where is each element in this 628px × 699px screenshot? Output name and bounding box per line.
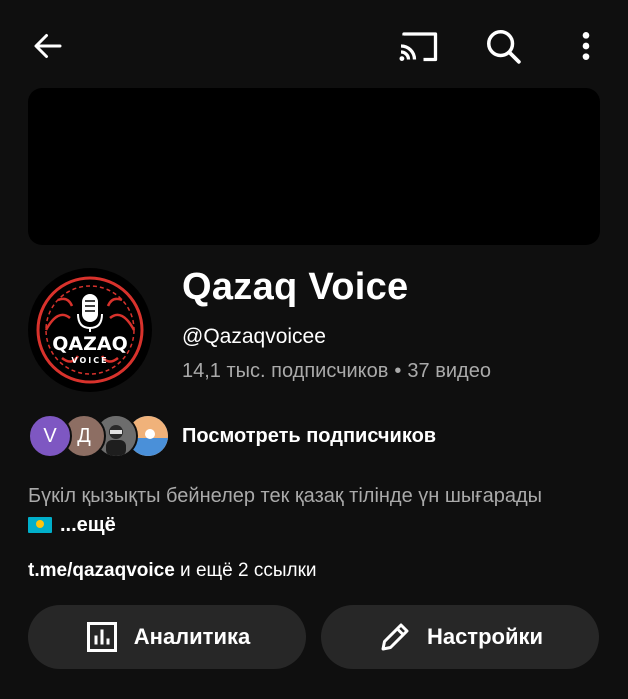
svg-text:VOICE: VOICE xyxy=(71,356,108,365)
analytics-button[interactable]: Аналитика xyxy=(28,605,306,669)
svg-text:QAZAQ: QAZAQ xyxy=(52,333,128,355)
cast-button[interactable] xyxy=(390,22,448,70)
more-vert-icon xyxy=(582,32,590,60)
subscriber-count: 14,1 тыс. подписчиков xyxy=(182,360,389,382)
analytics-icon xyxy=(86,622,117,652)
arrow-left-icon xyxy=(34,34,62,58)
qazaq-voice-logo: QAZAQ VOICE xyxy=(36,276,144,384)
description-text: Бүкіл қызықты бейнелер тек қазақ тілінде… xyxy=(28,485,543,507)
view-subscribers-label: Посмотреть подписчиков xyxy=(182,425,437,447)
settings-button[interactable]: Настройки xyxy=(321,605,599,669)
cast-icon xyxy=(399,32,438,62)
channel-banner xyxy=(28,88,600,245)
channel-stats: 14,1 тыс. подписчиков • 37 видео xyxy=(182,360,491,383)
subscriber-avatar: V xyxy=(28,414,72,458)
pencil-icon xyxy=(381,623,409,651)
description-more-link[interactable]: ...ещё xyxy=(60,514,116,536)
search-icon xyxy=(487,30,521,64)
channel-avatar[interactable]: QAZAQ VOICE xyxy=(28,268,152,392)
back-button[interactable] xyxy=(24,24,72,68)
search-button[interactable] xyxy=(478,22,528,70)
channel-title: Qazaq Voice xyxy=(182,266,409,308)
kazakhstan-flag-icon xyxy=(28,517,52,533)
stats-separator: • xyxy=(394,360,402,382)
more-links[interactable]: и ещё 2 ссылки xyxy=(175,560,316,581)
more-options-button[interactable] xyxy=(566,22,606,70)
channel-description[interactable]: Бүкіл қызықты бейнелер тек қазақ тілінде… xyxy=(28,482,603,540)
analytics-label: Аналитика xyxy=(133,624,251,649)
video-count: 37 видео xyxy=(407,360,491,382)
telegram-link[interactable]: t.me/qazaqvoice xyxy=(28,560,175,581)
channel-handle: @Qazaqvoicee xyxy=(182,325,326,348)
settings-label: Настройки xyxy=(426,624,544,649)
view-subscribers-button[interactable]: V Д Посмотреть подписчиков xyxy=(28,412,528,460)
channel-links: t.me/qazaqvoice и ещё 2 ссылки xyxy=(28,560,317,582)
top-app-bar xyxy=(0,0,628,92)
